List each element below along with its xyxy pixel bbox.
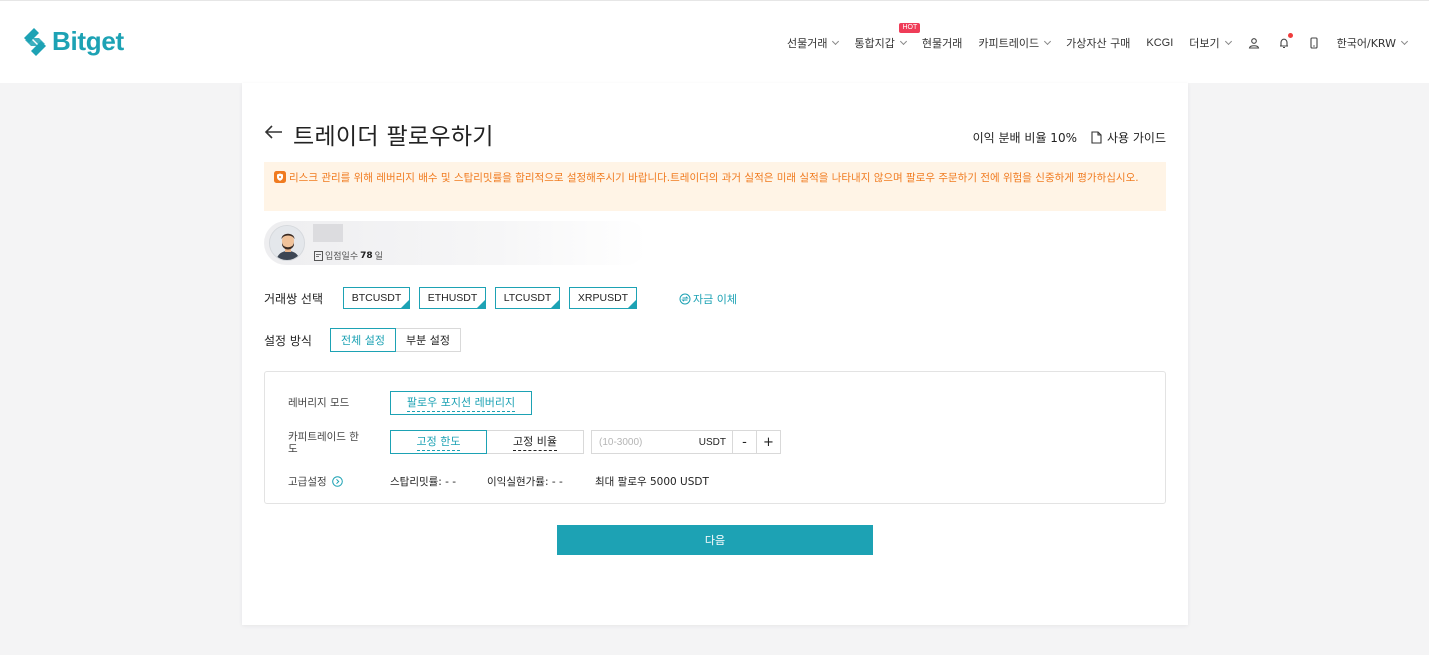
days-value: 78 <box>360 250 373 261</box>
option-label: 고정 한도 <box>416 433 461 451</box>
fund-transfer-link[interactable]: 자금 이체 <box>679 291 737 307</box>
nav-label: KCGI <box>1146 37 1174 49</box>
days-label: 입점일수 <box>325 252 359 262</box>
copy-limit-label: 카피트레이드 한도 <box>288 431 359 455</box>
trader-name-redacted <box>313 224 343 242</box>
nav-futures[interactable]: 선물거래 <box>786 35 840 51</box>
option-label: 고정 비율 <box>513 433 557 451</box>
main-nav: 선물거래 통합지갑 HOT 현물거래 카피트레이드 가상자산 구매 KCGI 더보… <box>786 23 1409 51</box>
chevron-down-icon <box>1224 37 1232 46</box>
notification-dot <box>1287 33 1293 38</box>
nav-label: 선물거래 <box>786 37 828 50</box>
trader-days: 입점일수 78 일 <box>314 249 383 262</box>
nav-label: 카피트레이드 <box>978 37 1040 50</box>
chevron-down-icon <box>832 37 840 46</box>
amount-unit: USDT <box>698 436 726 448</box>
mode-full-setting[interactable]: 전체 설정 <box>330 328 396 352</box>
nav-wallet[interactable]: 통합지갑 HOT <box>854 23 921 51</box>
copy-limit-options: 고정 한도 고정 비율 <box>390 430 584 454</box>
chevron-right-circle-icon <box>331 476 343 487</box>
user-icon[interactable] <box>1247 36 1261 50</box>
risk-warning: 리스크 관리를 위해 레버리지 배수 및 스탑리밋률을 합리적으로 설정해주시기… <box>264 162 1166 211</box>
setting-mode-toggle: 전체 설정 부분 설정 <box>330 328 461 352</box>
warning-text: 리스크 관리를 위해 레버리지 배수 및 스탑리밋률을 합리적으로 설정해주시기… <box>289 172 1139 184</box>
nav-buy-crypto[interactable]: 가상자산 구매 <box>1066 35 1130 51</box>
amount-input[interactable] <box>592 431 699 453</box>
leverage-mode-value: 팔로우 포지션 레버리지 <box>406 394 516 412</box>
advanced-settings-row: 고급설정 <box>288 474 343 489</box>
page-title: 트레이더 팔로우하기 <box>293 124 494 150</box>
transfer-label: 자금 이체 <box>693 293 737 306</box>
nav-spot[interactable]: 현물거래 <box>922 35 962 51</box>
take-profit-ratio: 이익실현가률: - - <box>487 476 563 488</box>
trader-profile[interactable]: 입점일수 78 일 <box>264 221 648 265</box>
leverage-mode-label: 레버리지 모드 <box>288 397 350 409</box>
amount-stepper: USDT - + <box>591 430 781 454</box>
mobile-icon[interactable] <box>1307 36 1321 50</box>
top-right-info: 이익 분배 비율 10% 사용 가이드 <box>973 129 1166 146</box>
stop-loss-ratio: 스탑리밋률: - - <box>390 476 457 488</box>
transfer-icon <box>679 293 691 305</box>
pair-ethusdt[interactable]: ETHUSDT <box>419 287 486 309</box>
nav-kcgi[interactable]: KCGI <box>1146 37 1173 49</box>
profit-share-ratio: 이익 분배 비율 10% <box>972 131 1077 145</box>
nav-label: 가상자산 구매 <box>1066 37 1131 50</box>
chevron-down-icon <box>1400 37 1409 46</box>
warning-shield-icon <box>274 171 286 183</box>
guide-label: 사용 가이드 <box>1106 131 1166 145</box>
increment-button[interactable]: + <box>756 431 780 453</box>
next-button[interactable]: 다음 <box>557 525 873 555</box>
nav-label: 통합지갑 <box>854 37 895 50</box>
nav-copy-trade[interactable]: 카피트레이드 <box>978 35 1052 51</box>
nav-label: 더보기 <box>1189 37 1220 50</box>
bitget-logo[interactable]: Bitget <box>22 26 124 57</box>
days-unit: 일 <box>374 252 383 262</box>
advanced-label: 고급설정 <box>288 476 327 488</box>
logo-text: Bitget <box>52 26 124 56</box>
leverage-mode-button[interactable]: 팔로우 포지션 레버리지 <box>390 391 532 415</box>
fixed-ratio-button[interactable]: 고정 비율 <box>487 430 584 454</box>
nav-more[interactable]: 더보기 <box>1189 35 1232 51</box>
avatar <box>269 225 305 261</box>
language-label: 한국어/KRW <box>1336 37 1396 50</box>
follow-trader-card: 트레이더 팔로우하기 이익 분배 비율 10% 사용 가이드 리스크 관리를 위… <box>242 83 1188 625</box>
pair-list: BTCUSDT ETHUSDT LTCUSDT XRPUSDT <box>343 287 637 309</box>
user-guide-link[interactable]: 사용 가이드 <box>1091 129 1166 146</box>
chevron-down-icon <box>899 37 907 46</box>
advanced-settings-toggle[interactable]: 고급설정 <box>288 474 343 489</box>
fixed-amount-button[interactable]: 고정 한도 <box>390 430 487 454</box>
bell-icon[interactable] <box>1277 33 1293 50</box>
pair-ltcusdt[interactable]: LTCUSDT <box>495 287 560 309</box>
pair-select-label: 거래쌍 선택 <box>264 292 324 306</box>
hot-badge: HOT <box>899 23 921 33</box>
nav-label: 현물거래 <box>921 37 963 50</box>
pair-btcusdt[interactable]: BTCUSDT <box>343 287 410 309</box>
bitget-logo-icon <box>24 27 46 56</box>
mode-partial-setting[interactable]: 부분 설정 <box>395 328 461 352</box>
language-selector[interactable]: 한국어/KRW <box>1336 35 1409 51</box>
chevron-down-icon <box>1044 37 1052 46</box>
max-follow-amount: 최대 팔로우 5000 USDT <box>595 476 709 488</box>
back-arrow-icon[interactable] <box>264 124 284 140</box>
decrement-button[interactable]: - <box>732 431 756 453</box>
document-icon <box>1091 131 1102 144</box>
top-header: Bitget 선물거래 통합지갑 HOT 현물거래 카피트레이드 가상자산 구매 … <box>0 0 1429 83</box>
calendar-icon <box>314 250 323 261</box>
setting-mode-label: 설정 방식 <box>264 334 312 348</box>
settings-panel: 레버리지 모드 팔로우 포지션 레버리지 카피트레이드 한도 고정 한도 고정 … <box>264 371 1166 504</box>
pair-xrpusdt[interactable]: XRPUSDT <box>569 287 637 309</box>
